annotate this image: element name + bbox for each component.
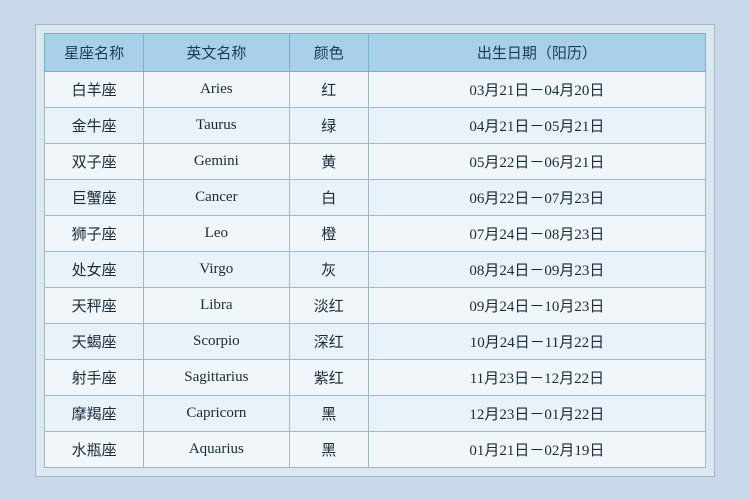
cell-chinese: 金牛座 (45, 107, 144, 143)
cell-color: 淡红 (289, 287, 368, 323)
cell-english: Leo (144, 215, 289, 251)
cell-date: 03月21日－04月20日 (368, 71, 705, 107)
table-row: 天秤座Libra淡红09月24日－10月23日 (45, 287, 706, 323)
cell-english: Gemini (144, 143, 289, 179)
cell-date: 04月21日－05月21日 (368, 107, 705, 143)
header-english: 英文名称 (144, 33, 289, 71)
cell-color: 红 (289, 71, 368, 107)
cell-date: 12月23日－01月22日 (368, 395, 705, 431)
table-row: 水瓶座Aquarius黑01月21日－02月19日 (45, 431, 706, 467)
cell-chinese: 摩羯座 (45, 395, 144, 431)
cell-chinese: 处女座 (45, 251, 144, 287)
cell-chinese: 天蝎座 (45, 323, 144, 359)
zodiac-table: 星座名称 英文名称 颜色 出生日期（阳历） 白羊座Aries红03月21日－04… (44, 33, 706, 468)
cell-color: 绿 (289, 107, 368, 143)
cell-color: 白 (289, 179, 368, 215)
cell-english: Virgo (144, 251, 289, 287)
cell-chinese: 射手座 (45, 359, 144, 395)
cell-english: Aquarius (144, 431, 289, 467)
cell-english: Scorpio (144, 323, 289, 359)
header-chinese: 星座名称 (45, 33, 144, 71)
cell-date: 05月22日－06月21日 (368, 143, 705, 179)
cell-date: 09月24日－10月23日 (368, 287, 705, 323)
cell-chinese: 狮子座 (45, 215, 144, 251)
table-row: 狮子座Leo橙07月24日－08月23日 (45, 215, 706, 251)
table-row: 射手座Sagittarius紫红11月23日－12月22日 (45, 359, 706, 395)
zodiac-table-container: 星座名称 英文名称 颜色 出生日期（阳历） 白羊座Aries红03月21日－04… (35, 24, 715, 477)
cell-date: 11月23日－12月22日 (368, 359, 705, 395)
cell-english: Capricorn (144, 395, 289, 431)
cell-color: 黄 (289, 143, 368, 179)
cell-english: Libra (144, 287, 289, 323)
cell-date: 06月22日－07月23日 (368, 179, 705, 215)
header-date: 出生日期（阳历） (368, 33, 705, 71)
cell-date: 01月21日－02月19日 (368, 431, 705, 467)
cell-date: 08月24日－09月23日 (368, 251, 705, 287)
cell-color: 灰 (289, 251, 368, 287)
table-row: 双子座Gemini黄05月22日－06月21日 (45, 143, 706, 179)
table-row: 天蝎座Scorpio深红10月24日－11月22日 (45, 323, 706, 359)
header-color: 颜色 (289, 33, 368, 71)
cell-date: 10月24日－11月22日 (368, 323, 705, 359)
cell-english: Aries (144, 71, 289, 107)
cell-english: Taurus (144, 107, 289, 143)
table-row: 处女座Virgo灰08月24日－09月23日 (45, 251, 706, 287)
table-row: 摩羯座Capricorn黑12月23日－01月22日 (45, 395, 706, 431)
cell-chinese: 天秤座 (45, 287, 144, 323)
cell-chinese: 水瓶座 (45, 431, 144, 467)
table-row: 金牛座Taurus绿04月21日－05月21日 (45, 107, 706, 143)
cell-color: 紫红 (289, 359, 368, 395)
cell-chinese: 白羊座 (45, 71, 144, 107)
cell-chinese: 双子座 (45, 143, 144, 179)
cell-date: 07月24日－08月23日 (368, 215, 705, 251)
cell-color: 橙 (289, 215, 368, 251)
table-header-row: 星座名称 英文名称 颜色 出生日期（阳历） (45, 33, 706, 71)
cell-color: 黑 (289, 431, 368, 467)
cell-color: 深红 (289, 323, 368, 359)
cell-chinese: 巨蟹座 (45, 179, 144, 215)
table-row: 白羊座Aries红03月21日－04月20日 (45, 71, 706, 107)
table-row: 巨蟹座Cancer白06月22日－07月23日 (45, 179, 706, 215)
cell-english: Cancer (144, 179, 289, 215)
cell-color: 黑 (289, 395, 368, 431)
cell-english: Sagittarius (144, 359, 289, 395)
